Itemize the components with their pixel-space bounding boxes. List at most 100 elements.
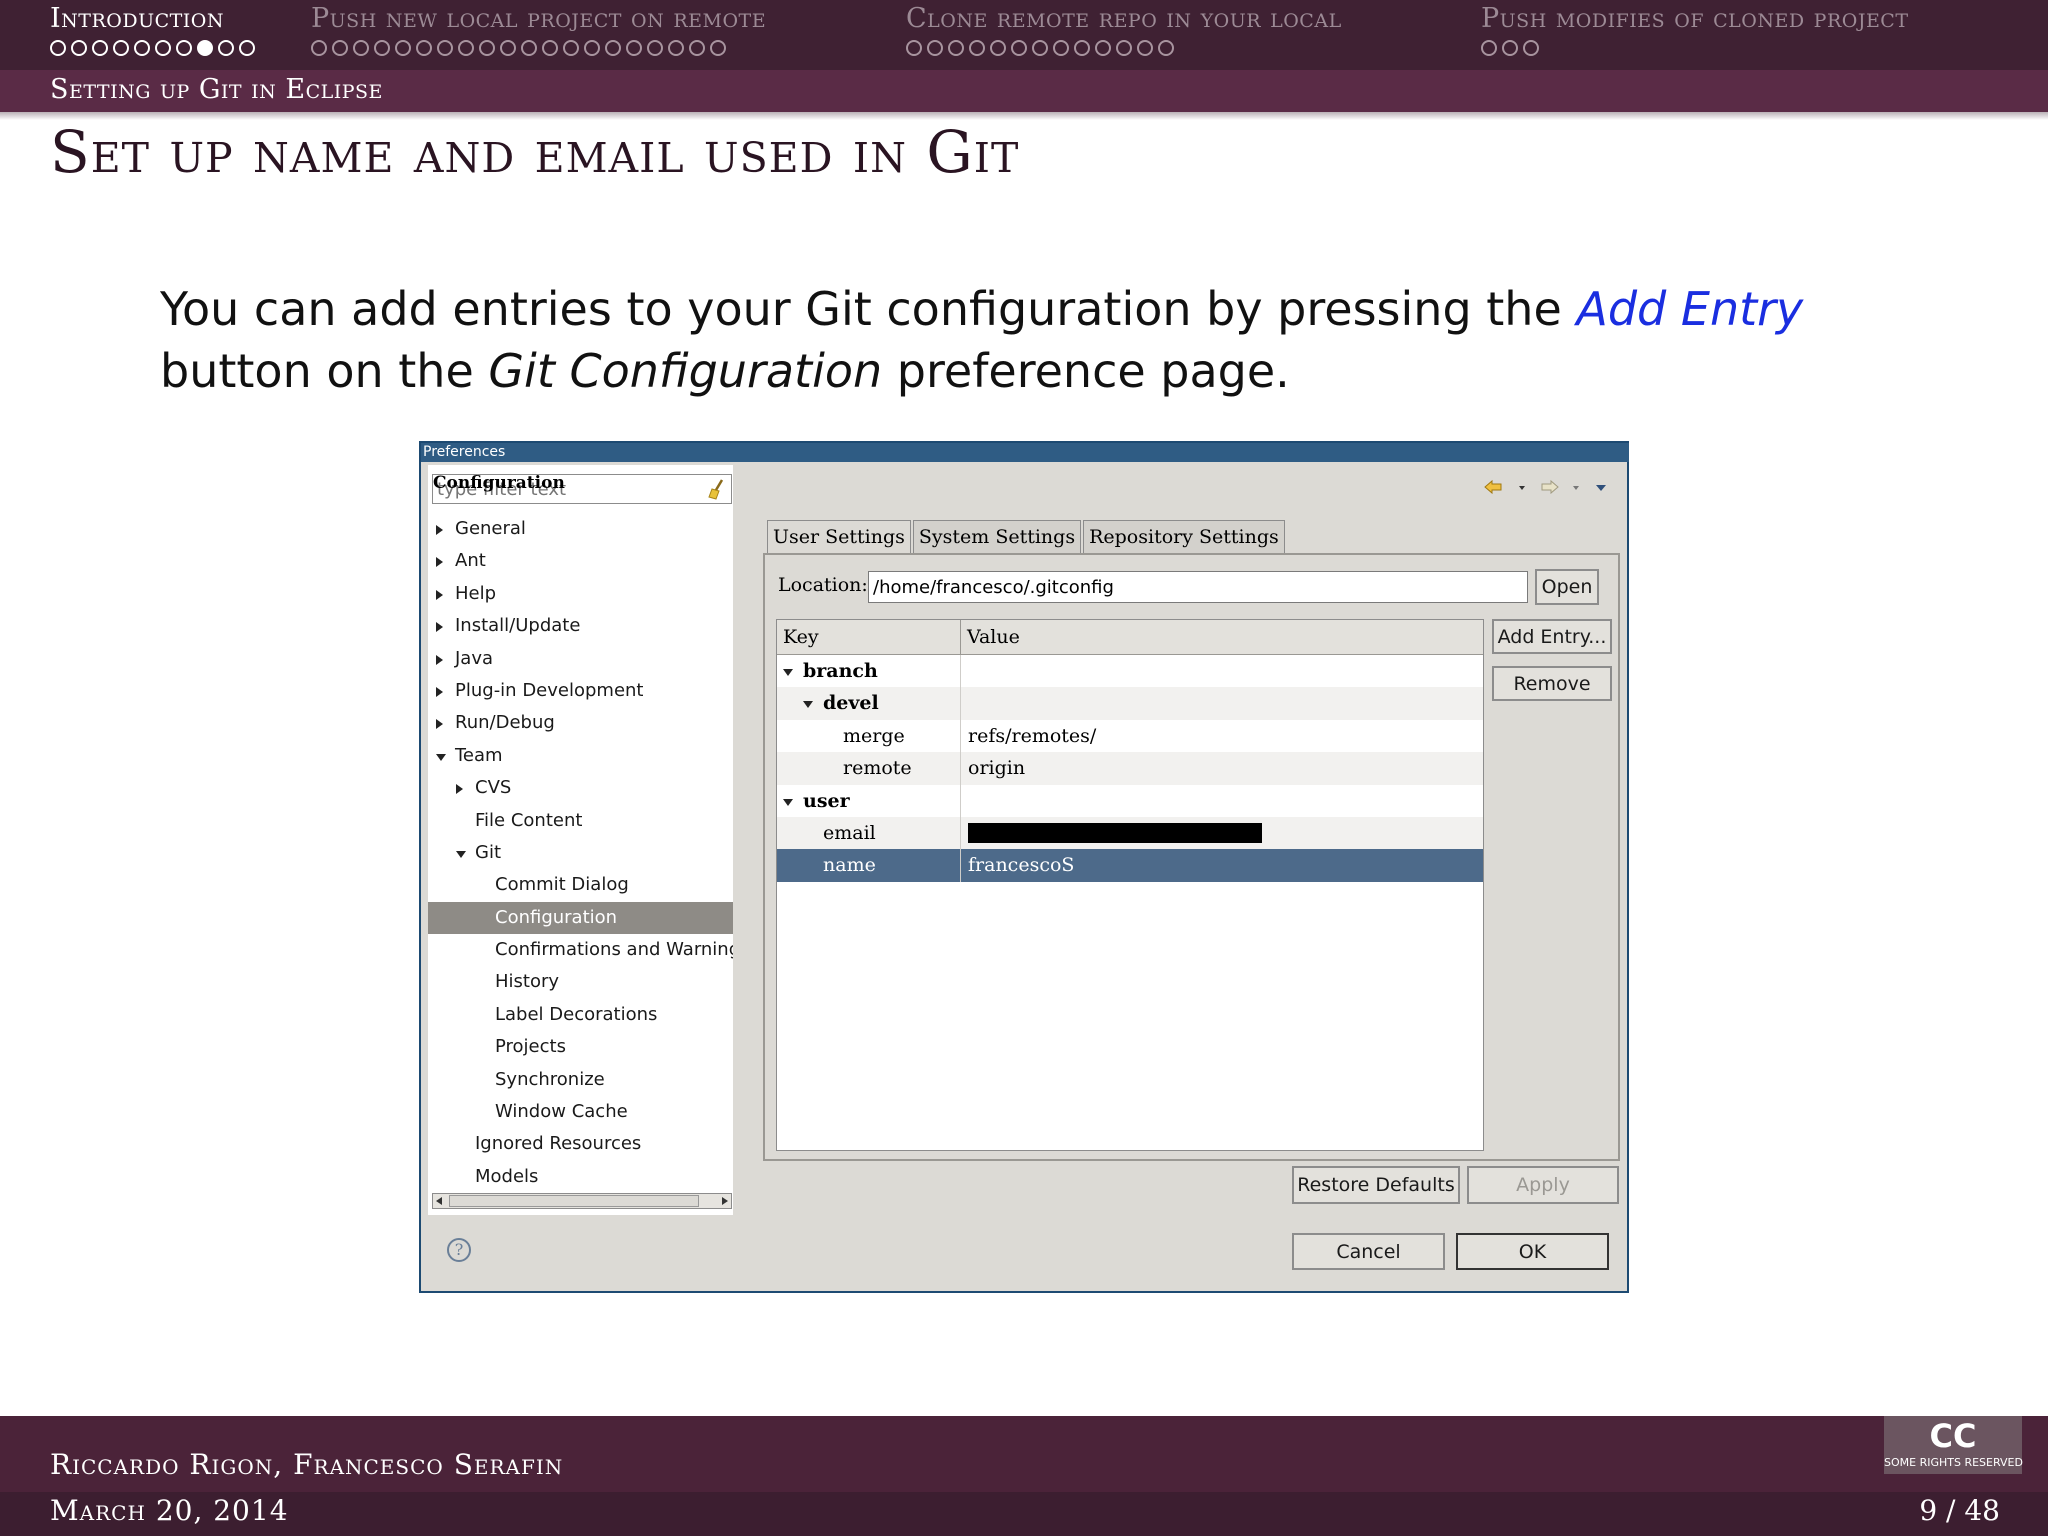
nav-dot[interactable] — [969, 40, 985, 56]
expand-icon[interactable] — [456, 784, 463, 795]
back-dropdown-icon[interactable] — [1519, 486, 1525, 490]
nav-dot[interactable] — [1032, 40, 1048, 56]
nav-dot[interactable] — [1074, 40, 1090, 56]
tree-item[interactable]: Team — [428, 740, 733, 772]
nav-section-title[interactable]: Clone remote repo in your local — [906, 0, 1342, 38]
column-divider[interactable] — [960, 620, 961, 654]
ok-button[interactable]: OK — [1456, 1233, 1609, 1270]
tree-item[interactable]: Label Decorations — [428, 999, 733, 1031]
nav-dot[interactable] — [605, 40, 621, 56]
scroll-right-icon[interactable] — [722, 1197, 728, 1205]
table-row[interactable]: branch — [777, 655, 1483, 688]
key-column-header[interactable]: Key — [783, 626, 819, 648]
tree-item[interactable]: Window Cache — [428, 1096, 733, 1128]
nav-dot[interactable] — [374, 40, 390, 56]
table-row[interactable]: name francescoS — [777, 849, 1483, 883]
expand-icon[interactable] — [436, 654, 443, 665]
value-column-header[interactable]: Value — [967, 626, 1020, 648]
tree-item[interactable]: Java — [428, 643, 733, 675]
restore-defaults-button[interactable]: Restore Defaults — [1292, 1166, 1460, 1204]
nav-dot[interactable] — [437, 40, 453, 56]
nav-dot[interactable] — [458, 40, 474, 56]
nav-dot[interactable] — [990, 40, 1006, 56]
nav-dot[interactable] — [948, 40, 964, 56]
nav-section-title[interactable]: Push new local project on remote — [311, 0, 766, 38]
nav-dot[interactable] — [1158, 40, 1174, 56]
help-icon[interactable]: ? — [447, 1238, 471, 1262]
nav-dot[interactable] — [239, 40, 255, 56]
collapse-icon[interactable] — [783, 669, 793, 676]
horizontal-scrollbar[interactable] — [432, 1193, 732, 1209]
tab-system-settings[interactable]: System Settings — [912, 520, 1082, 553]
scrollbar-thumb[interactable] — [449, 1195, 699, 1207]
expand-icon[interactable] — [436, 719, 443, 730]
nav-section-title[interactable]: Introduction — [50, 0, 258, 38]
nav-dot[interactable] — [311, 40, 327, 56]
collapse-icon[interactable] — [436, 753, 446, 761]
expand-icon[interactable] — [436, 557, 443, 568]
nav-dot[interactable] — [668, 40, 684, 56]
nav-section-4[interactable]: Push modifies of cloned project — [1481, 0, 1909, 56]
tree-item[interactable]: Commit Dialog — [428, 869, 733, 901]
nav-dot[interactable] — [134, 40, 150, 56]
nav-dot[interactable] — [353, 40, 369, 56]
nav-dot[interactable] — [71, 40, 87, 56]
tree-item[interactable]: Git — [428, 837, 733, 869]
tree-item[interactable]: Models — [428, 1161, 733, 1193]
tree-item[interactable]: Help — [428, 578, 733, 610]
nav-dot[interactable] — [113, 40, 129, 56]
tree-item[interactable]: Projects — [428, 1031, 733, 1063]
nav-dot[interactable] — [176, 40, 192, 56]
nav-dot[interactable] — [584, 40, 600, 56]
nav-dot[interactable] — [155, 40, 171, 56]
nav-dot[interactable] — [689, 40, 705, 56]
tree-item[interactable]: General — [428, 513, 733, 545]
collapse-icon[interactable] — [783, 798, 793, 806]
nav-section-3[interactable]: Clone remote repo in your local — [906, 0, 1342, 56]
nav-dot[interactable] — [1137, 40, 1153, 56]
nav-dot[interactable] — [332, 40, 348, 56]
expand-icon[interactable] — [436, 686, 443, 697]
nav-dot[interactable] — [50, 40, 66, 56]
tree-item[interactable]: Ignored Resources — [428, 1128, 733, 1160]
nav-dot[interactable] — [1481, 40, 1497, 56]
nav-dot[interactable] — [92, 40, 108, 56]
table-row[interactable]: remote origin — [777, 752, 1483, 786]
open-button[interactable]: Open — [1535, 569, 1599, 605]
tree-item[interactable]: Run/Debug — [428, 707, 733, 739]
table-row[interactable]: devel — [777, 687, 1483, 721]
remove-button[interactable]: Remove — [1492, 666, 1612, 701]
tab-user-settings[interactable]: User Settings — [767, 520, 911, 553]
expand-icon[interactable] — [436, 622, 443, 633]
collapse-icon[interactable] — [456, 850, 466, 858]
nav-dot[interactable] — [197, 40, 213, 56]
tab-repository-settings[interactable]: Repository Settings — [1083, 520, 1285, 553]
nav-dot[interactable] — [563, 40, 579, 56]
tree-item[interactable]: Confirmations and Warnings — [428, 934, 733, 966]
tree-item[interactable]: Plug-in Development — [428, 675, 733, 707]
collapse-icon[interactable] — [803, 701, 813, 709]
nav-dot[interactable] — [626, 40, 642, 56]
tree-item[interactable]: CVS — [428, 772, 733, 804]
nav-dot[interactable] — [1523, 40, 1539, 56]
nav-dot[interactable] — [710, 40, 726, 56]
tree-item[interactable]: History — [428, 966, 733, 998]
view-menu-icon[interactable] — [1596, 485, 1606, 491]
tree-item[interactable]: Synchronize — [428, 1064, 733, 1096]
tree-item[interactable]: Install/Update — [428, 610, 733, 642]
nav-dot[interactable] — [1095, 40, 1111, 56]
nav-dot[interactable] — [218, 40, 234, 56]
nav-dot[interactable] — [927, 40, 943, 56]
table-row[interactable]: merge refs/remotes/ — [777, 719, 1483, 753]
nav-dot[interactable] — [542, 40, 558, 56]
table-row[interactable]: user — [777, 784, 1483, 818]
clear-filter-icon[interactable] — [707, 478, 727, 500]
expand-icon[interactable] — [436, 589, 443, 600]
nav-dot[interactable] — [416, 40, 432, 56]
nav-section-title[interactable]: Push modifies of cloned project — [1481, 0, 1909, 38]
nav-dot[interactable] — [395, 40, 411, 56]
location-field[interactable] — [868, 571, 1528, 603]
tree-item[interactable]: Ant — [428, 545, 733, 577]
nav-section-1[interactable]: Introduction — [50, 0, 258, 56]
nav-dot[interactable] — [521, 40, 537, 56]
